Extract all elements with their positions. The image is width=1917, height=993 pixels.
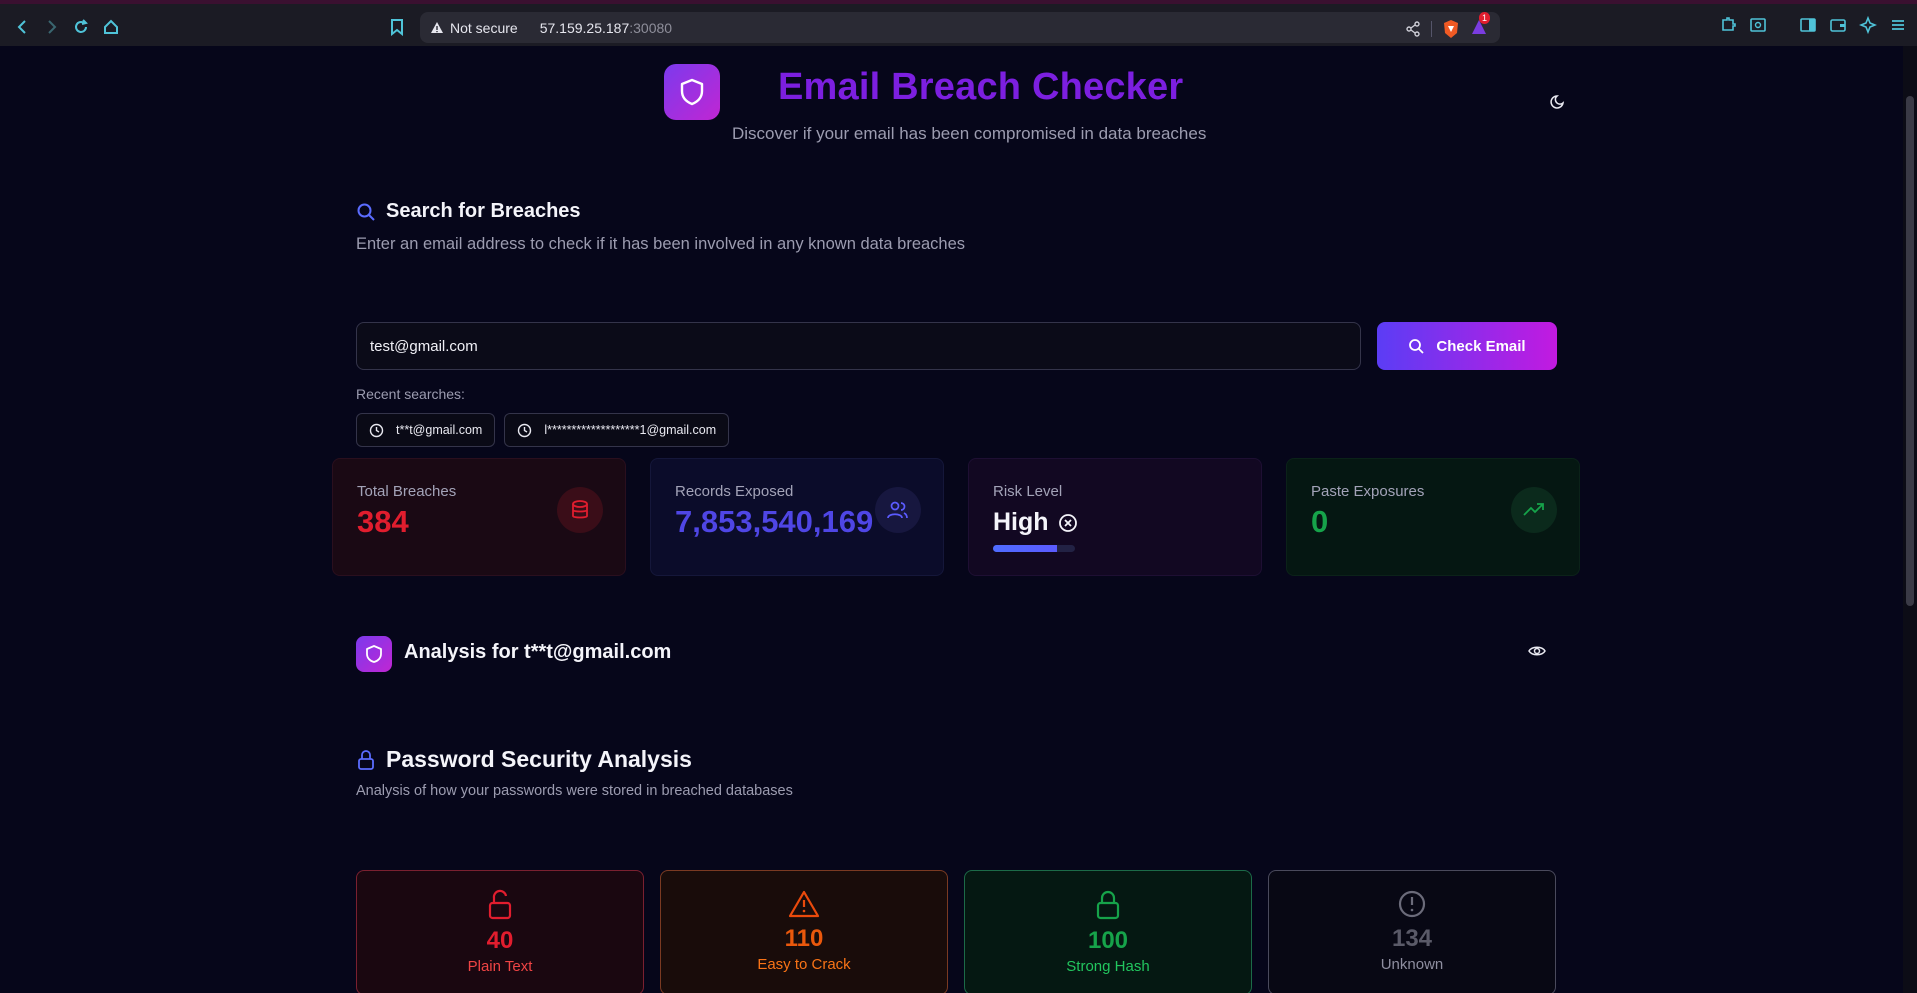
leo-ai-icon[interactable]	[1859, 16, 1877, 34]
menu-icon[interactable]	[1889, 16, 1907, 34]
x-circle-icon	[1058, 513, 1077, 532]
strong-hash-value: 100	[1087, 927, 1129, 954]
not-secure-label: Not secure	[450, 19, 518, 36]
browser-toolbar: Not secure 57.159.25.187:30080 1	[0, 0, 1917, 46]
password-cards: 40 Plain Text 110 Easy to Crack 100 Stro…	[356, 870, 1556, 993]
risk-level-label: Risk Level	[993, 483, 1063, 500]
plain-text-card: 40 Plain Text	[356, 870, 644, 993]
easy-to-crack-value: 110	[784, 925, 824, 952]
url-text: 57.159.25.187:30080	[540, 20, 672, 36]
bookmark-icon[interactable]	[386, 16, 408, 38]
database-icon-bubble	[557, 487, 603, 533]
lock-icon	[1096, 890, 1120, 920]
analysis-logo	[356, 636, 392, 672]
strong-hash-card: 100 Strong Hash	[964, 870, 1252, 993]
theme-toggle-button[interactable]	[1550, 92, 1570, 112]
brave-shield-icon[interactable]	[1442, 19, 1460, 39]
alert-circle-icon	[1398, 890, 1426, 918]
users-icon-bubble	[875, 487, 921, 533]
address-bar[interactable]: Not secure 57.159.25.187:30080 1	[420, 12, 1500, 43]
alert-triangle-icon	[788, 890, 820, 918]
page-content: Email Breach Checker Discover if your em…	[0, 46, 1917, 993]
search-icon	[1409, 339, 1425, 354]
easy-to-crack-label: Easy to Crack	[757, 956, 851, 973]
lock-icon	[358, 749, 374, 770]
search-title: Search for Breaches	[386, 200, 581, 222]
search-icon	[357, 203, 375, 221]
notification-badge: 1	[1479, 12, 1491, 24]
clock-icon	[369, 423, 384, 437]
analysis-header: Analysis for t**t@gmail.com	[356, 634, 1556, 674]
risk-level-value: High	[993, 508, 1049, 536]
password-security-section: Password Security Analysis Analysis of h…	[356, 746, 1556, 993]
records-exposed-card: Records Exposed 7,853,540,169	[650, 458, 944, 576]
search-heading: Search for Breaches	[356, 200, 1556, 223]
back-icon[interactable]	[12, 16, 34, 38]
recent-search-text: l*******************1@gmail.com	[544, 423, 717, 437]
scrollbar-thumb[interactable]	[1906, 96, 1914, 606]
url-host: 57.159.25.187	[539, 19, 630, 36]
moon-icon	[1550, 95, 1565, 109]
password-security-description: Analysis of how your passwords were stor…	[356, 783, 793, 799]
reader-icon[interactable]	[1749, 16, 1767, 34]
recent-search-chip[interactable]: t**t@gmail.com	[356, 413, 496, 447]
users-icon	[887, 501, 908, 519]
risk-level-card: Risk Level High	[968, 458, 1262, 576]
unknown-label: Unknown	[1380, 956, 1444, 973]
clock-icon	[518, 423, 532, 437]
easy-to-crack-card: 110 Easy to Crack	[660, 870, 948, 993]
chrome-spacer	[1779, 16, 1787, 34]
recent-searches-label: Recent searches:	[356, 386, 465, 402]
password-security-title: Password Security Analysis	[386, 746, 692, 772]
search-section: Search for Breaches Enter an email addre…	[356, 200, 1557, 447]
page-title: Email Breach Checker	[778, 66, 1184, 108]
wallet-icon[interactable]	[1829, 16, 1847, 34]
recent-search-text: t**t@gmail.com	[396, 423, 483, 437]
analysis-title: Analysis for t**t@gmail.com	[404, 641, 672, 663]
eye-icon	[1528, 646, 1546, 656]
plain-text-label: Plain Text	[467, 958, 533, 975]
strong-hash-label: Strong Hash	[1066, 958, 1150, 975]
check-email-label: Check Email	[1436, 337, 1526, 355]
risk-level-row: High	[993, 508, 1237, 537]
total-breaches-card: Total Breaches 384	[332, 458, 626, 576]
database-icon	[572, 500, 588, 519]
paste-exposures-card: Paste Exposures 0	[1286, 458, 1580, 576]
warning-icon	[431, 22, 443, 33]
unknown-value: 134	[1391, 925, 1433, 952]
shield-icon	[366, 645, 382, 663]
not-secure-indicator[interactable]: Not secure	[430, 20, 518, 36]
plain-text-value: 40	[486, 927, 514, 954]
app-header: Email Breach Checker Discover if your em…	[664, 64, 1264, 143]
unlock-icon	[488, 889, 512, 920]
risk-progress-fill	[993, 545, 1057, 552]
sidebar-icon[interactable]	[1799, 16, 1817, 34]
trending-up-icon	[1523, 503, 1544, 516]
search-description: Enter an email address to check if it ha…	[356, 235, 966, 253]
page-subtitle: Discover if your email has been compromi…	[732, 124, 1207, 143]
forward-icon[interactable]	[40, 16, 62, 38]
trend-icon-bubble	[1511, 487, 1557, 533]
risk-progress-bar	[993, 545, 1075, 552]
home-icon[interactable]	[100, 16, 122, 38]
check-email-button[interactable]: Check Email	[1377, 322, 1557, 370]
stats-row: Total Breaches 384 Records Exposed 7,853…	[332, 458, 1580, 576]
extensions-icon[interactable]	[1719, 16, 1737, 34]
url-port: :30080	[629, 19, 673, 36]
password-security-heading: Password Security Analysis	[356, 746, 1556, 773]
toggle-visibility-button[interactable]	[1528, 644, 1546, 663]
recent-searches-list: t**t@gmail.com l*******************1@gma…	[356, 413, 730, 447]
reload-icon[interactable]	[70, 16, 92, 38]
unknown-card: 134 Unknown	[1268, 870, 1556, 993]
shield-icon	[680, 78, 704, 106]
email-input[interactable]	[356, 322, 1361, 370]
recent-search-chip[interactable]: l*******************1@gmail.com	[504, 413, 730, 447]
url-divider	[1431, 20, 1432, 37]
app-logo	[664, 64, 720, 120]
page-scrollbar[interactable]	[1903, 46, 1917, 993]
rewards-button[interactable]: 1	[1470, 12, 1491, 39]
share-icon[interactable]	[1405, 20, 1421, 37]
